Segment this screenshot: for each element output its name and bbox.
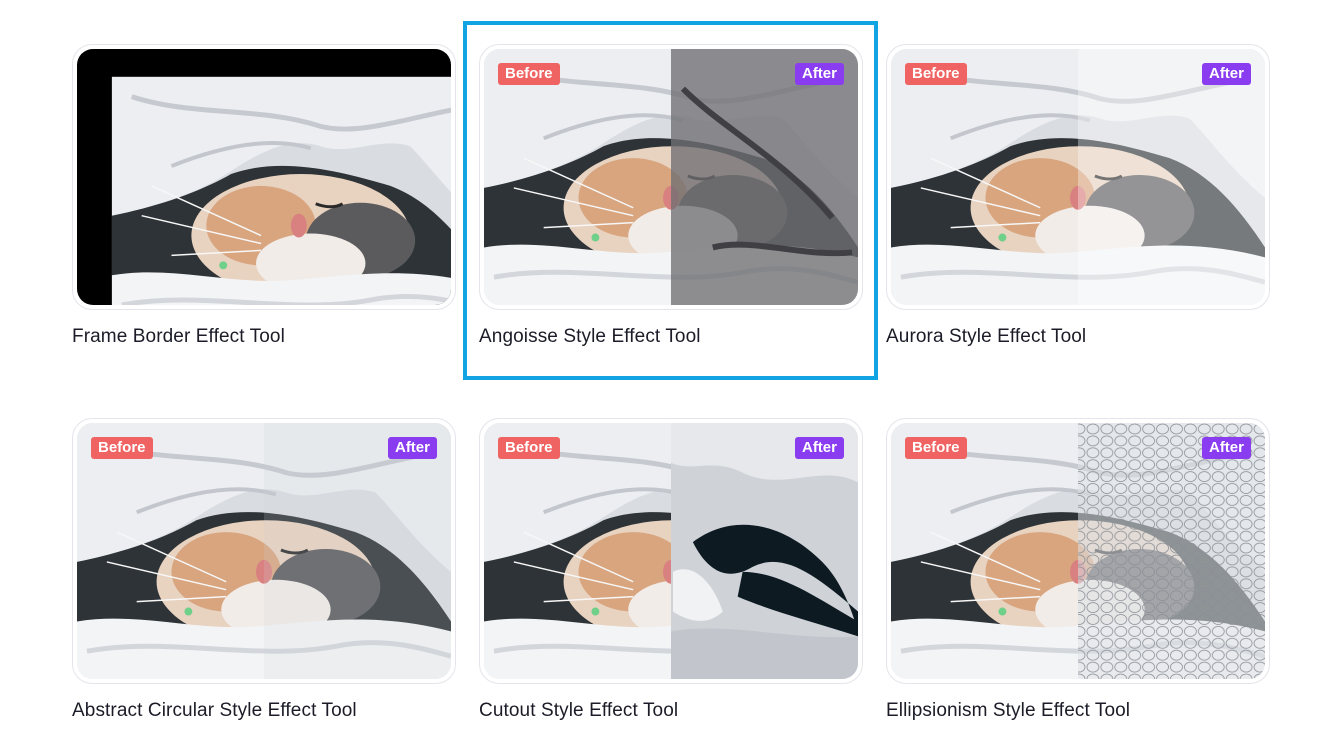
after-badge: After	[794, 63, 844, 85]
tool-title[interactable]: Ellipsionism Style Effect Tool	[886, 700, 1130, 722]
before-after-image	[484, 49, 858, 305]
before-badge: Before	[498, 63, 560, 85]
tool-thumbnail[interactable]: Before After	[484, 423, 858, 679]
tool-thumbnail-frame[interactable]	[72, 44, 456, 310]
tool-title[interactable]: Angoisse Style Effect Tool	[479, 326, 701, 348]
after-badge: After	[1201, 63, 1251, 85]
before-after-image	[891, 423, 1265, 679]
before-badge: Before	[905, 63, 967, 85]
tool-thumbnail[interactable]: Before After	[891, 423, 1265, 679]
tool-card-frame-border[interactable]: Frame Border Effect Tool	[72, 44, 456, 347]
tool-thumbnail-frame[interactable]: Before After	[479, 418, 863, 684]
before-badge: Before	[905, 437, 967, 459]
tool-thumbnail-frame[interactable]: Before After	[72, 418, 456, 684]
before-badge: Before	[498, 437, 560, 459]
before-after-image	[891, 49, 1265, 305]
tool-title[interactable]: Aurora Style Effect Tool	[886, 326, 1086, 348]
before-after-image	[77, 423, 451, 679]
tool-card-aurora[interactable]: Before After Aurora Style Effect Tool	[886, 44, 1270, 347]
tool-thumbnail-frame[interactable]: Before After	[479, 44, 863, 310]
after-badge: After	[794, 437, 844, 459]
tool-thumbnail[interactable]: Before After	[891, 49, 1265, 305]
tool-title[interactable]: Abstract Circular Style Effect Tool	[72, 700, 357, 722]
tool-title[interactable]: Cutout Style Effect Tool	[479, 700, 678, 722]
tool-thumbnail[interactable]: Before After	[484, 49, 858, 305]
tool-thumbnail[interactable]: Before After	[77, 423, 451, 679]
thumbnail-image	[77, 49, 451, 305]
tool-thumbnail-frame[interactable]: Before After	[886, 44, 1270, 310]
tool-card-cutout[interactable]: Before After Cutout Style Effect Tool	[479, 418, 863, 721]
tool-card-ellipsionism[interactable]: Before After Ellipsionism Style Effect T…	[886, 418, 1270, 721]
before-badge: Before	[91, 437, 153, 459]
tool-title[interactable]: Frame Border Effect Tool	[72, 326, 285, 348]
after-badge: After	[1201, 437, 1251, 459]
tool-thumbnail-frame[interactable]: Before After	[886, 418, 1270, 684]
tool-thumbnail[interactable]	[77, 49, 451, 305]
tool-card-abstract-circular[interactable]: Before After Abstract Circular Style Eff…	[72, 418, 456, 721]
tool-card-angoisse[interactable]: Before After Angoisse Style Effect Tool	[479, 44, 863, 347]
before-after-image	[484, 423, 858, 679]
effect-tools-grid: Frame Border Effect Tool Before After An…	[0, 0, 1344, 754]
after-badge: After	[387, 437, 437, 459]
